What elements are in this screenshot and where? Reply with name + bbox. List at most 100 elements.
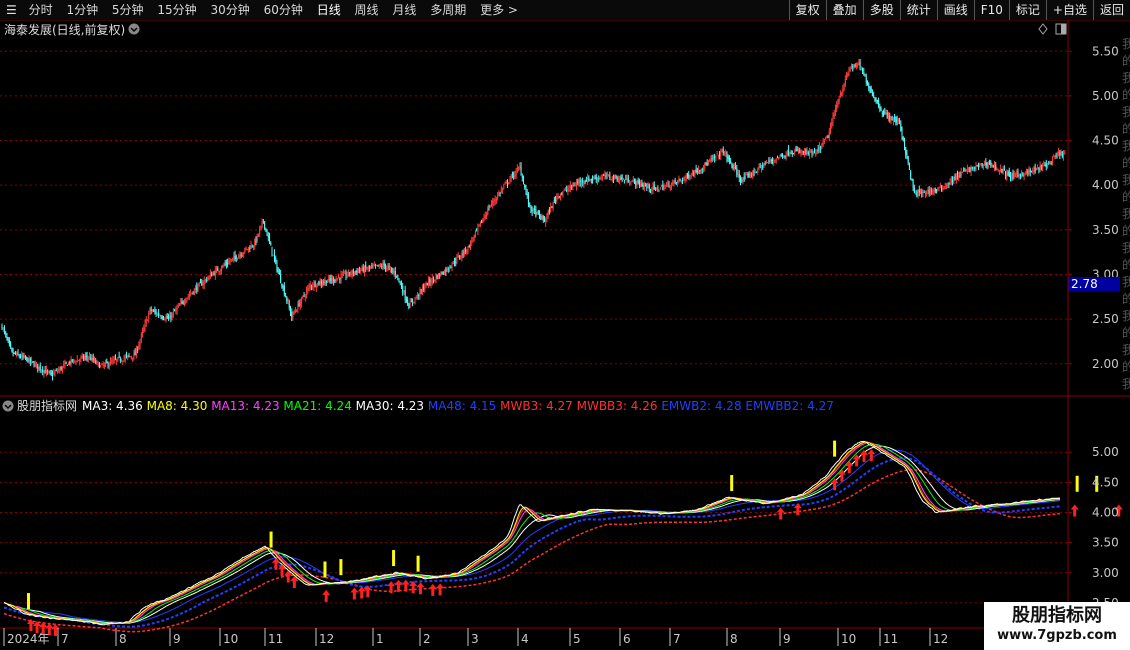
candle-body [2,328,4,330]
candle-body [539,213,541,216]
candle-body [154,310,156,312]
candle-body [620,176,622,180]
candle-body [349,272,351,275]
candle-body [642,185,644,187]
candle-body [150,308,152,311]
candle-body [356,269,358,273]
candle-body [826,135,828,139]
candle-body [756,171,758,173]
candle-body [747,173,749,175]
candle-body [932,190,934,194]
candle-body [952,180,954,183]
candle-body [525,188,527,193]
candle-body [746,174,748,176]
candle-body [540,215,542,220]
candle-body [254,240,256,247]
candle-body [137,349,139,351]
candle-body [346,275,348,277]
candle-body [876,99,878,102]
candle-body [228,261,230,264]
candle-body [109,360,111,366]
candle-body [807,152,809,154]
candle-body [859,62,861,69]
candle-body [821,143,823,148]
ma3-line [3,440,1061,626]
candle-body [269,236,271,243]
candle-body [867,83,869,86]
candle-body [1010,176,1012,179]
candle-body [1037,166,1039,168]
candle-body [74,360,76,362]
main-y-tick-label: 2.00 [1092,357,1119,371]
candle-body [513,175,515,177]
candle-body [748,174,750,178]
candle-body [175,308,177,312]
candle-body [399,282,401,284]
candle-body [494,199,496,202]
window-toggle-icon[interactable] [1055,23,1067,35]
candle-body [80,357,82,359]
candle-body [553,200,555,202]
candle-body [699,169,701,171]
candle-body [834,108,836,112]
candle-body [1048,162,1050,164]
candle-body [204,279,206,281]
candle-body [477,226,479,231]
candle-body [456,257,458,262]
candle-body [1033,169,1035,172]
candle-body [363,266,365,273]
candle-body [445,269,447,272]
candle-body [1022,173,1024,177]
candle-body [947,184,949,186]
candle-body [270,242,272,246]
candle-body [314,282,316,287]
candle-body [11,348,13,352]
yellow-signal-bar [269,531,273,548]
candle-body [22,354,24,358]
indicator-dropdown-icon[interactable] [2,400,14,412]
candle-body [1000,168,1002,173]
candle-body [760,165,762,169]
candle-body [585,180,587,182]
candle-body [596,177,598,182]
candle-body [684,177,686,180]
candle-body [267,235,269,238]
side-strip-char: 我 [1122,37,1130,51]
main-y-tick-label: 3.50 [1092,223,1119,237]
candle-body [170,315,172,319]
candle-body [371,265,373,267]
candle-body [159,315,161,317]
ma48-line [3,449,1061,623]
candle-body [288,303,290,308]
red-up-arrow [416,582,425,595]
candle-body [389,267,391,269]
ma8-line [3,441,1061,625]
candle-body [741,180,743,182]
candle-body [40,370,42,372]
candle-body [604,174,606,177]
candle-body [916,191,918,197]
candle-body [906,153,908,157]
title-dropdown-icon[interactable] [128,23,140,35]
candle-body [543,219,545,222]
diamond-icon[interactable] [1038,23,1048,35]
candle-body [44,369,46,374]
candle-body [940,187,942,189]
chart-area[interactable]: 5.505.004.504.003.503.002.502.00 我的我的我的我… [0,0,1130,650]
candle-body [271,246,273,254]
candle-body [938,188,940,190]
candle-body [594,178,596,180]
candle-body [135,348,137,357]
candle-body [633,179,635,181]
candle-body [452,260,454,264]
candle-body [953,176,955,184]
candle-body [302,295,304,297]
candle-body [728,156,730,160]
candle-body [582,180,584,183]
candle-body [275,257,277,262]
candle-body [503,185,505,187]
candle-body [391,268,393,270]
candle-body [29,357,31,362]
candle-body [260,225,262,229]
candle-body [653,184,655,190]
